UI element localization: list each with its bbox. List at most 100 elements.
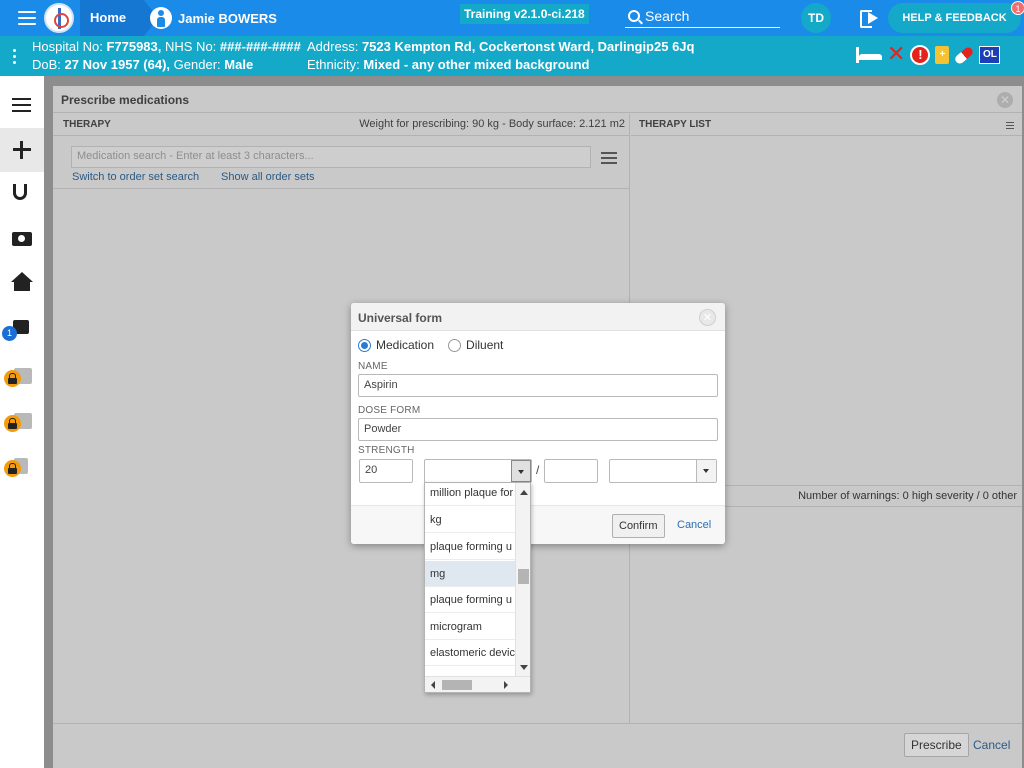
add-icon[interactable] <box>0 446 44 490</box>
vertical-scrollbar[interactable] <box>515 483 530 676</box>
logout-icon[interactable] <box>860 8 882 28</box>
diluent-radio-label[interactable]: Diluent <box>466 338 503 352</box>
panel-cancel-button[interactable]: Cancel <box>973 738 1010 752</box>
strength-input[interactable]: 20 <box>359 459 413 483</box>
sidebar: 1 <box>0 76 44 768</box>
bed-icon[interactable] <box>856 47 882 63</box>
dropdown-option[interactable]: million plaque for <box>425 483 515 506</box>
dropdown-option[interactable]: plaque forming u <box>425 534 515 560</box>
scroll-left-icon[interactable] <box>431 681 435 689</box>
scroll-thumb[interactable] <box>442 680 472 690</box>
app-logo-icon[interactable] <box>44 3 74 33</box>
no-allergy-x-icon[interactable]: ✕ <box>887 44 905 66</box>
chevron-down-icon[interactable] <box>696 460 716 482</box>
lock-icon <box>4 370 21 387</box>
dose-form-input[interactable]: Powder <box>358 418 718 441</box>
denominator-unit-select[interactable] <box>609 459 717 483</box>
horizontal-scrollbar[interactable] <box>425 676 530 692</box>
name-label: NAME <box>358 361 388 372</box>
panel-header: Prescribe medications ✕ <box>53 86 1022 113</box>
therapy-list-header: THERAPY LIST <box>631 114 1022 136</box>
clipboard-icon[interactable]: + <box>935 46 950 64</box>
nhs-number: ###-###-#### <box>219 39 301 54</box>
help-feedback-button[interactable]: HELP & FEEDBACK <box>888 3 1021 33</box>
edit-icon[interactable]: 1 <box>0 308 44 352</box>
therapy-header: THERAPY Weight for prescribing: 90 kg - … <box>53 114 630 136</box>
confirm-button[interactable]: Confirm <box>612 514 665 538</box>
documents-icon[interactable] <box>0 356 44 400</box>
search-icon <box>628 9 640 22</box>
strength-unit-select[interactable] <box>424 459 532 483</box>
search-label: Search <box>645 7 690 24</box>
dialog-header: Universal form ✕ <box>351 303 725 331</box>
hospital-number: F775983, <box>106 39 162 54</box>
home-icon[interactable] <box>0 260 44 304</box>
top-bar: Home Jamie BOWERS Training v2.1.0-ci.218… <box>0 0 1024 36</box>
close-icon[interactable]: ✕ <box>699 309 716 326</box>
panel-title: Prescribe medications <box>61 93 190 107</box>
ethnicity-value: Mixed - any other mixed background <box>363 57 590 72</box>
therapy-caption: THERAPY <box>63 119 111 130</box>
menu-icon[interactable] <box>601 152 617 167</box>
menu-icon[interactable] <box>1006 122 1014 131</box>
ol-icon[interactable]: OL <box>979 46 1001 64</box>
more-options-icon[interactable] <box>13 49 17 67</box>
chevron-down-icon[interactable] <box>511 460 531 482</box>
hospital-label: Hospital No: <box>32 39 103 54</box>
therapy-list-caption: THERAPY LIST <box>639 119 712 130</box>
nhs-label: NHS No: <box>165 39 217 54</box>
alert-icon[interactable]: ! <box>910 45 931 65</box>
fraction-slash: / <box>536 463 540 477</box>
medication-search-input[interactable]: Medication search - Enter at least 3 cha… <box>71 146 591 168</box>
name-input[interactable]: Aspirin <box>358 374 718 397</box>
patient-tab[interactable]: Jamie BOWERS <box>150 5 277 31</box>
home-tab[interactable]: Home <box>80 0 159 36</box>
medication-radio[interactable] <box>358 338 371 352</box>
dob-label: DoB: <box>32 57 61 72</box>
denominator-input[interactable] <box>544 459 598 483</box>
pill-icon[interactable] <box>953 45 975 65</box>
patient-name: Jamie BOWERS <box>178 10 277 26</box>
close-icon[interactable]: ✕ <box>997 92 1013 108</box>
divider <box>53 188 630 189</box>
lock-icon <box>4 415 21 432</box>
global-search[interactable]: Search <box>625 4 780 28</box>
address-value: 7523 Kempton Rd, Cockertonst Ward, Darli… <box>361 39 695 54</box>
gender-value: Male <box>224 57 254 72</box>
plus-icon[interactable] <box>0 128 44 172</box>
scroll-thumb[interactable] <box>518 569 529 584</box>
scroll-down-icon[interactable] <box>520 665 528 670</box>
home-label: Home <box>90 10 127 25</box>
menu-icon[interactable] <box>18 11 36 25</box>
scroll-up-icon[interactable] <box>520 490 528 495</box>
prescribe-button[interactable]: Prescribe <box>904 733 969 757</box>
dropdown-option-selected[interactable]: mg <box>425 561 515 587</box>
dropdown-option[interactable]: kg <box>425 507 515 533</box>
dropdown-option[interactable]: microgram <box>425 614 515 640</box>
diluent-radio[interactable] <box>448 338 462 352</box>
dob-value: 27 Nov 1957 (64), <box>64 57 171 72</box>
order-set-search-link[interactable]: Switch to order set search <box>72 171 199 183</box>
scroll-right-icon[interactable] <box>504 681 508 689</box>
edit-badge: 1 <box>2 326 17 341</box>
dialog-title: Universal form <box>358 311 443 325</box>
cancel-button[interactable]: Cancel <box>677 519 711 531</box>
show-order-sets-link[interactable]: Show all order sets <box>221 171 315 183</box>
dob-info: DoB: 27 Nov 1957 (64), Gender: Male <box>32 57 253 72</box>
address-info: Address: 7523 Kempton Rd, Cockertonst Wa… <box>307 39 694 54</box>
walking-icon[interactable] <box>0 401 44 445</box>
unit-dropdown-list: million plaque for kg plaque forming u m… <box>424 482 531 693</box>
panel-footer: Prescribe Cancel <box>53 723 1022 768</box>
universal-form-dialog: Universal form ✕ Medication Diluent NAME… <box>351 303 725 544</box>
dropdown-option[interactable]: plaque forming u <box>425 587 515 613</box>
person-icon <box>150 7 172 29</box>
lock-icon <box>4 460 21 477</box>
user-avatar[interactable]: TD <box>801 3 831 33</box>
list-icon[interactable] <box>0 84 44 128</box>
camera-icon[interactable] <box>0 216 44 260</box>
gender-label: Gender: <box>173 57 221 72</box>
dropdown-option[interactable]: elastomeric devic <box>425 640 515 666</box>
ethnicity-label: Ethnicity: <box>307 57 360 72</box>
medication-radio-label[interactable]: Medication <box>376 338 434 352</box>
stethoscope-icon[interactable] <box>0 172 44 216</box>
